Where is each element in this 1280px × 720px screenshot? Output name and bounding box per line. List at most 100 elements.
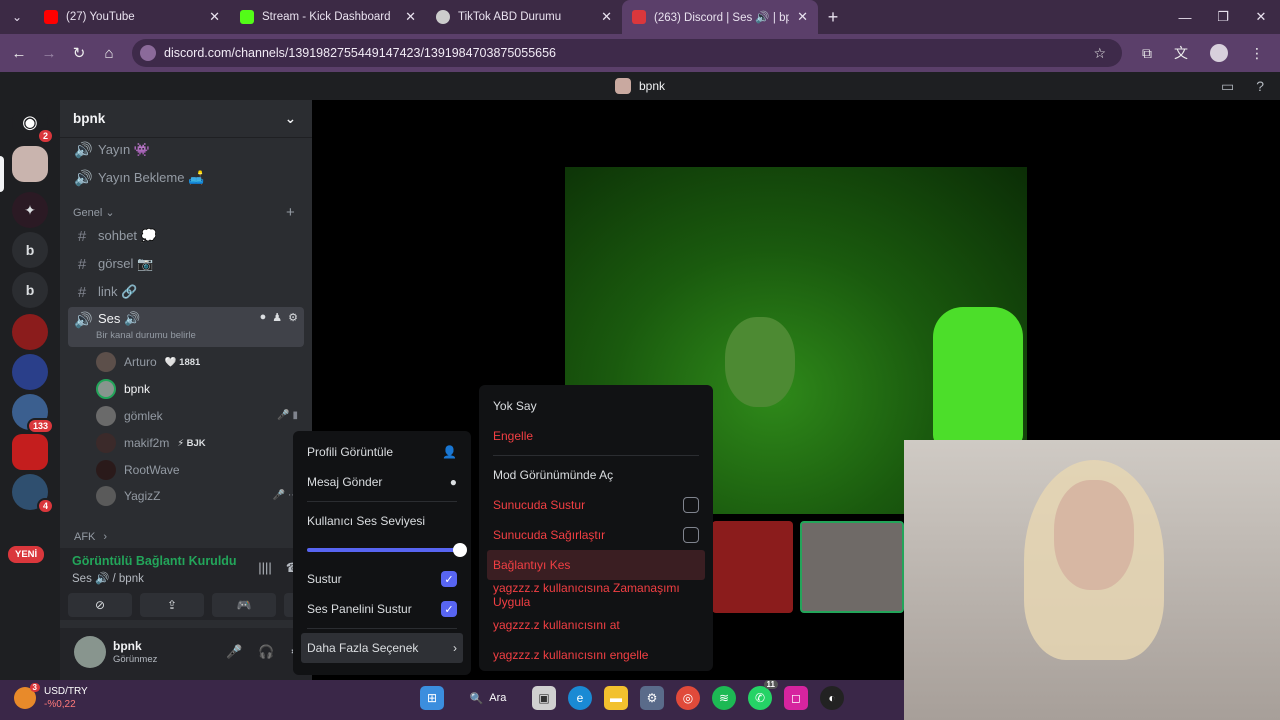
whatsapp-icon[interactable]: ✆ 11 bbox=[748, 680, 778, 710]
camera-off-button[interactable]: ⊘ bbox=[68, 593, 132, 617]
block-item[interactable]: Engelle bbox=[487, 421, 705, 451]
connection-status[interactable]: Görüntülü Bağlantı Kuruldu bbox=[72, 554, 237, 568]
server-icon[interactable]: 133 bbox=[12, 394, 54, 434]
server-b-2[interactable]: b bbox=[12, 272, 48, 308]
channel-ses[interactable]: 🔊 Ses 🔊 Bir kanal durumu belirle ● ♟ ⚙ bbox=[68, 307, 304, 347]
server-icon[interactable] bbox=[12, 434, 48, 470]
chat-icon[interactable]: ● bbox=[260, 311, 267, 324]
address-bar[interactable]: discord.com/channels/1391982755449147423… bbox=[132, 39, 1122, 67]
more-options-item[interactable]: Daha Fazla Seçenek › bbox=[301, 633, 463, 663]
voice-user[interactable]: Arturo 🤍 1881 bbox=[96, 350, 200, 374]
server-icon[interactable] bbox=[12, 314, 48, 350]
checkbox-checked[interactable]: ✓ bbox=[441, 601, 457, 617]
send-message-item[interactable]: Mesaj Gönder ● bbox=[301, 467, 463, 497]
file-explorer-icon[interactable]: ▬ bbox=[604, 686, 628, 710]
voice-user[interactable]: YagizZ bbox=[96, 484, 160, 508]
voice-user[interactable]: RootWave bbox=[96, 458, 180, 482]
tab-search-icon[interactable]: ⌄ bbox=[0, 0, 34, 34]
menu-dots-icon[interactable]: ⋮ bbox=[1250, 45, 1264, 62]
video-thumbnail[interactable] bbox=[712, 521, 793, 613]
tab-title: Stream - Kick Dashboard bbox=[262, 11, 391, 23]
server-b-1[interactable]: b bbox=[12, 232, 48, 268]
disconnect-item[interactable]: Bağlantıyı Kes bbox=[487, 550, 705, 580]
checkbox-unchecked[interactable] bbox=[683, 527, 699, 543]
back-icon[interactable]: ← bbox=[4, 45, 34, 62]
kick-item[interactable]: yagzzz.z kullanıcısını at bbox=[487, 610, 705, 640]
settings-icon[interactable]: ⚙ bbox=[640, 686, 664, 710]
timeout-item[interactable]: yagzzz.z kullanıcısına Zamanaşımı Uygula bbox=[487, 580, 705, 610]
server-bpnk[interactable] bbox=[12, 146, 48, 182]
tab-discord[interactable]: (263) Discord | Ses 🔊 | bpn ✕ bbox=[622, 0, 818, 34]
settings-gear-icon[interactable]: ⚙ bbox=[288, 311, 298, 324]
app-icon[interactable]: ◐ bbox=[820, 686, 844, 710]
channel-gorsel[interactable]: # görsel 📷 bbox=[68, 251, 304, 277]
spotify-icon[interactable]: ≋ bbox=[712, 686, 736, 710]
voice-user[interactable]: gömlek bbox=[96, 404, 163, 428]
add-channel-icon[interactable]: + bbox=[286, 204, 295, 221]
microphone-icon[interactable]: 🎤 bbox=[226, 644, 242, 660]
video-thumbnail[interactable] bbox=[800, 521, 904, 613]
maximize-icon[interactable]: ❐ bbox=[1204, 0, 1242, 34]
search-button[interactable]: 🔍 Ara bbox=[456, 686, 520, 710]
server-header[interactable]: bpnk ⌄ bbox=[60, 100, 312, 138]
voice-user[interactable]: bpnk bbox=[96, 377, 150, 401]
server-icon[interactable]: ✦ bbox=[12, 192, 48, 228]
site-info-icon[interactable] bbox=[140, 45, 156, 61]
checkbox-checked[interactable]: ✓ bbox=[441, 571, 457, 587]
close-tab-icon[interactable]: ✕ bbox=[209, 9, 220, 25]
ticker-widget[interactable]: 3 USD/TRY -%0,22 bbox=[14, 683, 88, 711]
noise-suppression-icon[interactable]: |||| bbox=[258, 560, 272, 576]
voice-user[interactable]: makif2m ⚡ BJK bbox=[96, 431, 206, 455]
channel-afk[interactable]: AFK › bbox=[68, 524, 304, 550]
activity-button[interactable]: 🎮 bbox=[212, 593, 276, 617]
screen-share-button[interactable]: ⇪ bbox=[140, 593, 204, 617]
channel-yayin[interactable]: 🔊 Yayın 👾 bbox=[68, 137, 304, 163]
reload-icon[interactable]: ↻ bbox=[64, 44, 94, 62]
chrome-icon[interactable]: ◎ bbox=[676, 686, 700, 710]
server-mute-item[interactable]: Sunucuda Sustur bbox=[487, 490, 705, 520]
new-tab-icon[interactable]: + bbox=[818, 7, 848, 28]
discord-home-icon[interactable]: ◉ 2 bbox=[12, 104, 54, 144]
forward-icon[interactable]: → bbox=[34, 45, 64, 62]
slider-handle[interactable] bbox=[453, 543, 467, 557]
profile-avatar[interactable] bbox=[1210, 44, 1228, 62]
server-icon[interactable]: 4 bbox=[12, 474, 54, 514]
server-icon[interactable] bbox=[12, 354, 48, 390]
checkbox-unchecked[interactable] bbox=[683, 497, 699, 513]
mute-soundboard-item[interactable]: Ses Panelini Sustur ✓ bbox=[301, 594, 463, 624]
connection-channel[interactable]: Ses 🔊 / bpnk bbox=[72, 571, 144, 585]
ban-item[interactable]: yagzzz.z kullanıcısını engelle bbox=[487, 640, 705, 670]
close-tab-icon[interactable]: ✕ bbox=[797, 9, 808, 25]
channel-status[interactable]: Bir kanal durumu belirle bbox=[96, 330, 196, 341]
home-icon[interactable]: ⌂ bbox=[94, 45, 124, 62]
server-deafen-item[interactable]: Sunucuda Sağırlaştır bbox=[487, 520, 705, 550]
channel-sohbet[interactable]: # sohbet 💭 bbox=[68, 223, 304, 249]
tab-youtube[interactable]: (27) YouTube ✕ bbox=[34, 0, 230, 34]
ignore-item[interactable]: Yok Say bbox=[487, 391, 705, 421]
mute-item[interactable]: Sustur ✓ bbox=[301, 564, 463, 594]
channel-yayin-bekleme[interactable]: 🔊 Yayın Bekleme 🛋️ bbox=[68, 165, 304, 191]
minimize-icon[interactable]: — bbox=[1166, 0, 1204, 34]
edge-icon[interactable]: e bbox=[568, 686, 592, 710]
user-volume-slider[interactable] bbox=[301, 536, 467, 564]
avatar[interactable] bbox=[74, 636, 106, 668]
view-profile-item[interactable]: Profili Görüntüle 👤 bbox=[301, 437, 463, 467]
inbox-icon[interactable]: ▭ bbox=[1221, 78, 1234, 95]
mod-view-item[interactable]: Mod Görünümünde Aç bbox=[487, 460, 705, 490]
extensions-icon[interactable]: ⧉ bbox=[1142, 45, 1152, 62]
headphones-icon[interactable]: 🎧 bbox=[258, 644, 274, 660]
tab-tiktok[interactable]: TikTok ABD Durumu ✕ bbox=[426, 0, 622, 34]
windows-start-icon[interactable]: ⊞ bbox=[420, 686, 444, 710]
close-window-icon[interactable]: ✕ bbox=[1242, 0, 1280, 34]
instagram-icon[interactable]: ◻ bbox=[784, 686, 808, 710]
tab-kick[interactable]: Stream - Kick Dashboard ✕ bbox=[230, 0, 426, 34]
task-view-icon[interactable]: ▣ bbox=[532, 686, 556, 710]
help-icon[interactable]: ? bbox=[1256, 78, 1264, 95]
invite-icon[interactable]: ♟ bbox=[272, 311, 282, 324]
bookmark-star-icon[interactable]: ☆ bbox=[1093, 45, 1106, 62]
close-tab-icon[interactable]: ✕ bbox=[405, 9, 416, 25]
channel-link[interactable]: # link 🔗 bbox=[68, 279, 304, 305]
close-tab-icon[interactable]: ✕ bbox=[601, 9, 612, 25]
category-genel[interactable]: Genel ⌄ bbox=[73, 206, 115, 219]
translate-icon[interactable]: 文 bbox=[1174, 43, 1188, 63]
